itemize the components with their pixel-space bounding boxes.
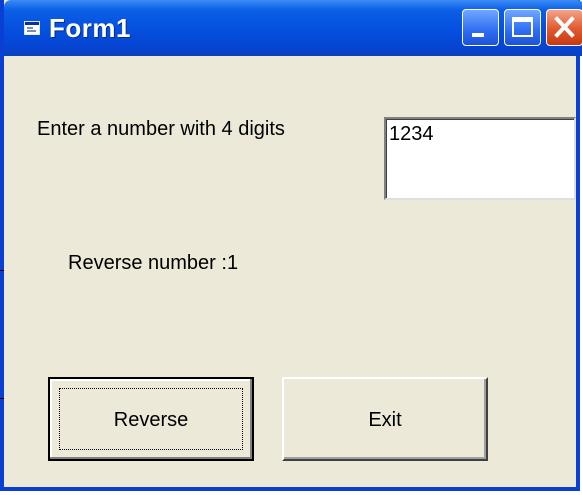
exit-button-label: Exit xyxy=(368,409,402,431)
edge-tick xyxy=(0,398,4,399)
maximize-icon xyxy=(512,17,533,37)
close-button[interactable] xyxy=(546,9,582,46)
number-prompt-label: Enter a number with 4 digits xyxy=(37,118,285,140)
reverse-button-label: Reverse xyxy=(113,409,189,431)
reverse-button[interactable]: Reverse xyxy=(48,377,254,461)
title-bar[interactable]: Form1 xyxy=(4,0,582,56)
edge-tick xyxy=(0,270,4,271)
close-icon xyxy=(554,16,575,38)
form-app-icon[interactable] xyxy=(24,21,40,35)
maximize-button[interactable] xyxy=(504,9,541,46)
number-input[interactable]: 1234 xyxy=(384,117,576,200)
minimize-button[interactable] xyxy=(462,9,499,46)
form1-window: Form1 Enter a number with 4 digits 1234 … xyxy=(0,0,582,491)
window-title: Form1 xyxy=(49,13,131,43)
exit-button[interactable]: Exit xyxy=(282,377,488,461)
minimize-icon xyxy=(472,33,484,37)
reverse-result-label: Reverse number :1 xyxy=(68,252,239,274)
